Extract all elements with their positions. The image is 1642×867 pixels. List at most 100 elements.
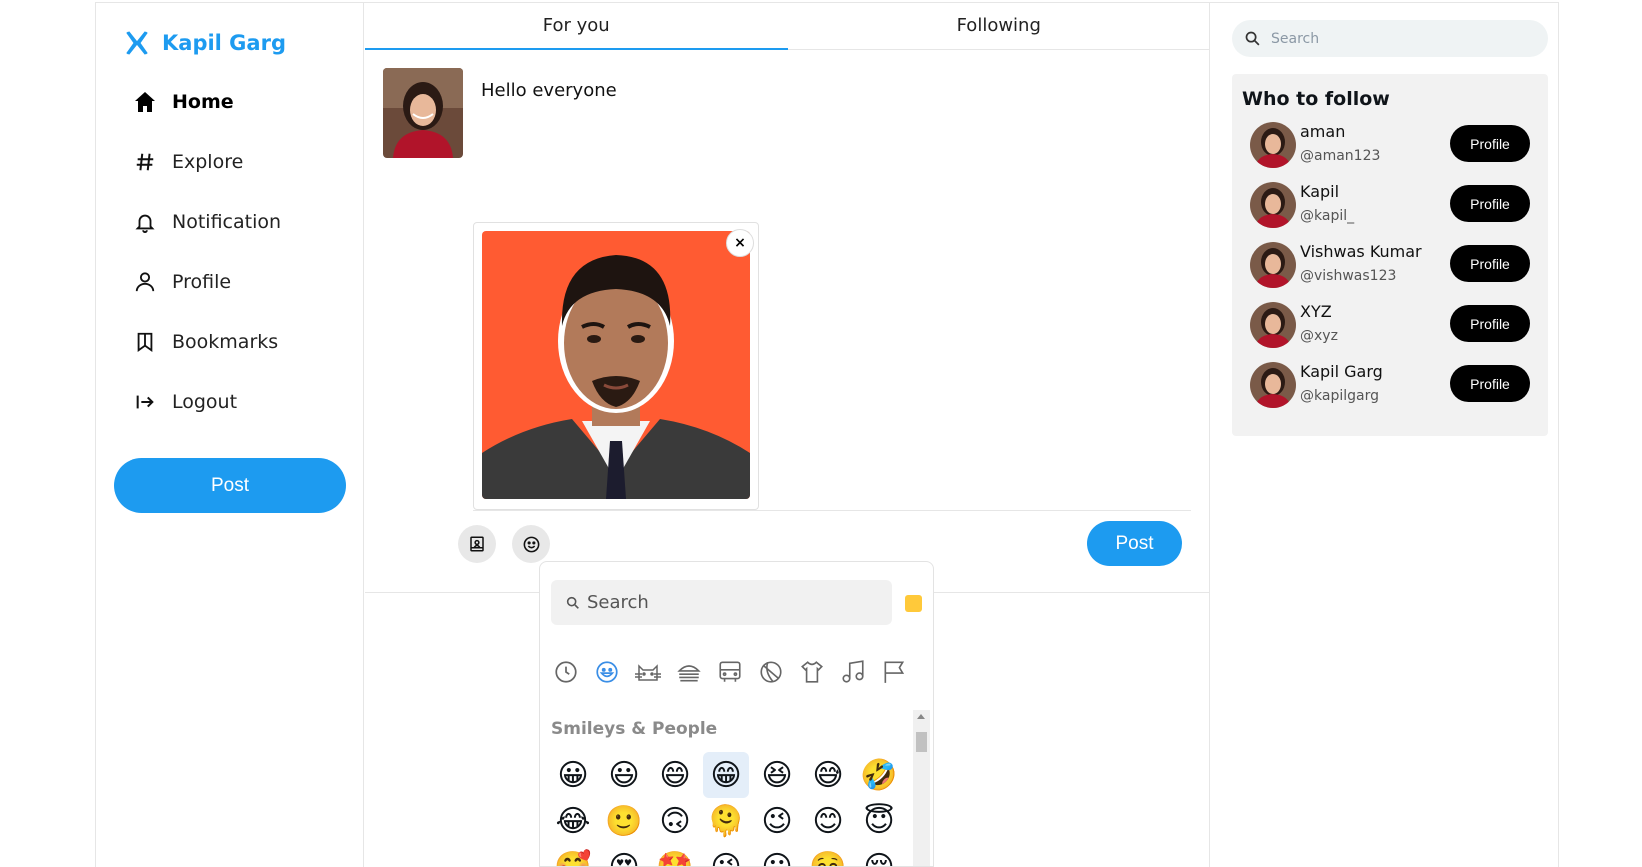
who-to-follow-panel: Who to follow aman @aman123 Profile Kapi… (1232, 74, 1548, 436)
compose-post-button[interactable]: Post (1087, 521, 1182, 566)
emoji-item[interactable]: 😗 (754, 844, 800, 867)
tab-following[interactable]: Following (788, 2, 1211, 49)
hashtag-icon (132, 149, 158, 175)
emoji-item[interactable]: 😂 (550, 798, 596, 844)
emoji-item[interactable]: ☺️ (805, 844, 851, 867)
user-name[interactable]: aman (1300, 122, 1345, 141)
user-name[interactable]: Kapil Garg (1300, 362, 1383, 381)
emoji-item[interactable]: 😅 (805, 752, 851, 798)
emoji-item[interactable]: 🙃 (652, 798, 698, 844)
nav-label: Bookmarks (172, 331, 279, 353)
emoji-item[interactable]: 😄 (652, 752, 698, 798)
nav-label: Explore (172, 151, 244, 173)
avatar[interactable] (1250, 302, 1296, 348)
smileys-icon[interactable] (593, 658, 621, 686)
recent-icon[interactable] (552, 658, 580, 686)
compose-avatar[interactable] (383, 68, 463, 158)
nav-item-explore[interactable]: Explore (132, 144, 243, 180)
food-icon[interactable] (675, 658, 703, 686)
emoji-item[interactable]: 😚 (856, 844, 902, 867)
sidebar-post-button[interactable]: Post (114, 458, 346, 513)
profile-button[interactable]: Profile (1450, 365, 1530, 402)
user-handle: @aman123 (1300, 148, 1381, 164)
nav-item-logout[interactable]: Logout (132, 384, 237, 420)
emoji-grid: 😀 😃 😄 😁 😆 😅 🤣 😂 🙂 🙃 🫠 😉 😊 😇 🥰 😍 🤩 😘 😗 ☺️… (550, 752, 902, 867)
emoji-item[interactable]: 😍 (601, 844, 647, 867)
symbols-icon[interactable] (839, 658, 867, 686)
avatar[interactable] (1250, 362, 1296, 408)
media-preview: × (473, 222, 759, 510)
emoji-item[interactable]: 😀 (550, 752, 596, 798)
emoji-item[interactable]: 🤣 (856, 752, 902, 798)
person-icon (132, 269, 158, 295)
emoji-item[interactable]: 🫠 (703, 798, 749, 844)
scroll-up-icon[interactable] (917, 714, 925, 719)
bookmark-icon (132, 329, 158, 355)
remove-media-button[interactable]: × (726, 229, 754, 257)
avatar[interactable] (1250, 242, 1296, 288)
add-image-button[interactable] (458, 525, 496, 563)
profile-button[interactable]: Profile (1450, 125, 1530, 162)
who-to-follow-title: Who to follow (1242, 88, 1390, 110)
user-handle: @kapilgarg (1300, 388, 1379, 404)
search-input[interactable]: Search (1232, 20, 1548, 57)
emoji-item[interactable]: 😃 (601, 752, 647, 798)
emoji-picker: Search Smileys & People 😀 😃 😄 😁 😆 😅 🤣 😂 … (539, 561, 934, 867)
follow-suggestion: Kapil @kapil_ Profile (1250, 182, 1540, 234)
emoji-item[interactable]: 😘 (703, 844, 749, 867)
profile-button[interactable]: Profile (1450, 305, 1530, 342)
emoji-item[interactable]: 😇 (856, 798, 902, 844)
attached-image (482, 231, 750, 499)
image-icon (470, 536, 484, 552)
brand[interactable]: Kapil Garg (124, 30, 286, 56)
x-logo-icon (126, 31, 148, 55)
emoji-section-title: Smileys & People (551, 719, 718, 739)
emoji-scrollbar[interactable] (913, 710, 930, 866)
compose-divider (473, 510, 1191, 511)
search-placeholder: Search (1271, 30, 1320, 47)
nav-label: Notification (172, 211, 282, 233)
add-emoji-button[interactable] (512, 525, 550, 563)
emoji-item[interactable]: 🙂 (601, 798, 647, 844)
home-icon (132, 89, 158, 115)
tab-for-you[interactable]: For you (365, 2, 788, 50)
feed-tabs: For you Following (365, 2, 1210, 50)
flags-icon[interactable] (880, 658, 908, 686)
follow-suggestion: XYZ @xyz Profile (1250, 302, 1540, 354)
emoji-categories (552, 658, 908, 686)
avatar[interactable] (1250, 122, 1296, 168)
user-name[interactable]: Vishwas Kumar (1300, 242, 1422, 261)
emoji-search-input[interactable]: Search (551, 580, 892, 625)
emoji-item-selected[interactable]: 😁 (703, 752, 749, 798)
user-name[interactable]: XYZ (1300, 302, 1332, 321)
search-icon (566, 596, 579, 609)
objects-icon[interactable] (798, 658, 826, 686)
skin-tone-button[interactable] (905, 595, 922, 612)
profile-button[interactable]: Profile (1450, 245, 1530, 282)
brand-name: Kapil Garg (162, 31, 286, 55)
follow-suggestion: Vishwas Kumar @vishwas123 Profile (1250, 242, 1540, 294)
emoji-search-placeholder: Search (587, 592, 649, 613)
nav-item-bookmarks[interactable]: Bookmarks (132, 324, 278, 360)
avatar[interactable] (1250, 182, 1296, 228)
animals-icon[interactable] (634, 658, 662, 686)
activity-icon[interactable] (757, 658, 785, 686)
smiley-icon (523, 536, 539, 552)
nav-item-profile[interactable]: Profile (132, 264, 231, 300)
logout-icon (132, 389, 158, 415)
follow-suggestion: aman @aman123 Profile (1250, 122, 1540, 174)
emoji-item[interactable]: 😆 (754, 752, 800, 798)
emoji-item[interactable]: 😉 (754, 798, 800, 844)
scroll-thumb[interactable] (916, 732, 927, 752)
user-name[interactable]: Kapil (1300, 182, 1339, 201)
nav-item-home[interactable]: Home (132, 84, 234, 120)
nav-label: Profile (172, 271, 232, 293)
travel-icon[interactable] (716, 658, 744, 686)
nav-label: Logout (172, 391, 238, 413)
compose-text[interactable]: Hello everyone (481, 80, 617, 101)
profile-button[interactable]: Profile (1450, 185, 1530, 222)
emoji-item[interactable]: 🥰 (550, 844, 596, 867)
emoji-item[interactable]: 🤩 (652, 844, 698, 867)
emoji-item[interactable]: 😊 (805, 798, 851, 844)
nav-item-notification[interactable]: Notification (132, 204, 281, 240)
